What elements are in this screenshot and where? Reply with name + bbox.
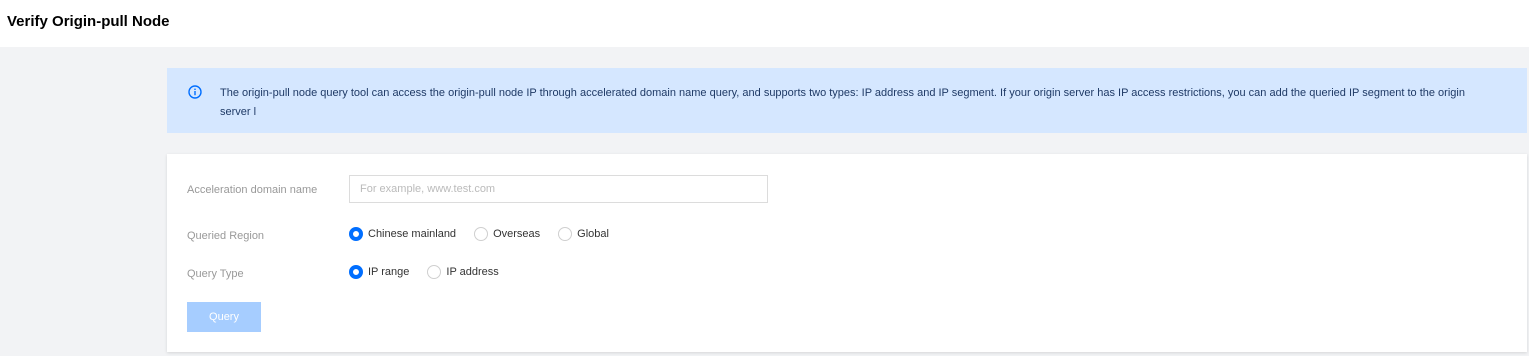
query-type-option-label: IP range bbox=[368, 266, 410, 278]
radio-checked-icon[interactable] bbox=[349, 265, 363, 279]
region-radio-group: Chinese mainland Overseas Global bbox=[349, 227, 627, 241]
query-type-label: Query Type bbox=[187, 268, 244, 280]
query-button[interactable]: Query bbox=[187, 302, 261, 332]
query-type-option-label: IP address bbox=[446, 266, 499, 278]
domain-label: Acceleration domain name bbox=[187, 184, 318, 196]
page-title: Verify Origin-pull Node bbox=[7, 13, 170, 30]
query-type-option-ip-address[interactable]: IP address bbox=[427, 265, 499, 279]
region-option-overseas[interactable]: Overseas bbox=[474, 227, 540, 241]
region-label: Queried Region bbox=[187, 230, 265, 242]
radio-checked-icon[interactable] bbox=[349, 227, 363, 241]
query-type-option-ip-range[interactable]: IP range bbox=[349, 265, 409, 279]
info-banner: The origin-pull node query tool can acce… bbox=[167, 68, 1527, 133]
info-text: The origin-pull node query tool can acce… bbox=[220, 87, 1465, 118]
region-option-label: Overseas bbox=[493, 228, 541, 240]
query-type-radio-group: IP range IP address bbox=[349, 265, 517, 279]
region-option-chinese-mainland[interactable]: Chinese mainland bbox=[349, 227, 456, 241]
domain-input[interactable] bbox=[349, 175, 768, 203]
region-option-label: Global bbox=[577, 228, 609, 240]
radio-unchecked-icon[interactable] bbox=[427, 265, 442, 279]
radio-unchecked-icon[interactable] bbox=[474, 227, 489, 241]
page-header: Verify Origin-pull Node bbox=[0, 0, 1529, 47]
radio-unchecked-icon[interactable] bbox=[558, 227, 573, 241]
region-option-global[interactable]: Global bbox=[558, 227, 609, 241]
region-option-label: Chinese mainland bbox=[368, 228, 457, 240]
info-icon bbox=[188, 85, 202, 99]
query-form: Acceleration domain name Queried Region … bbox=[167, 154, 1527, 352]
